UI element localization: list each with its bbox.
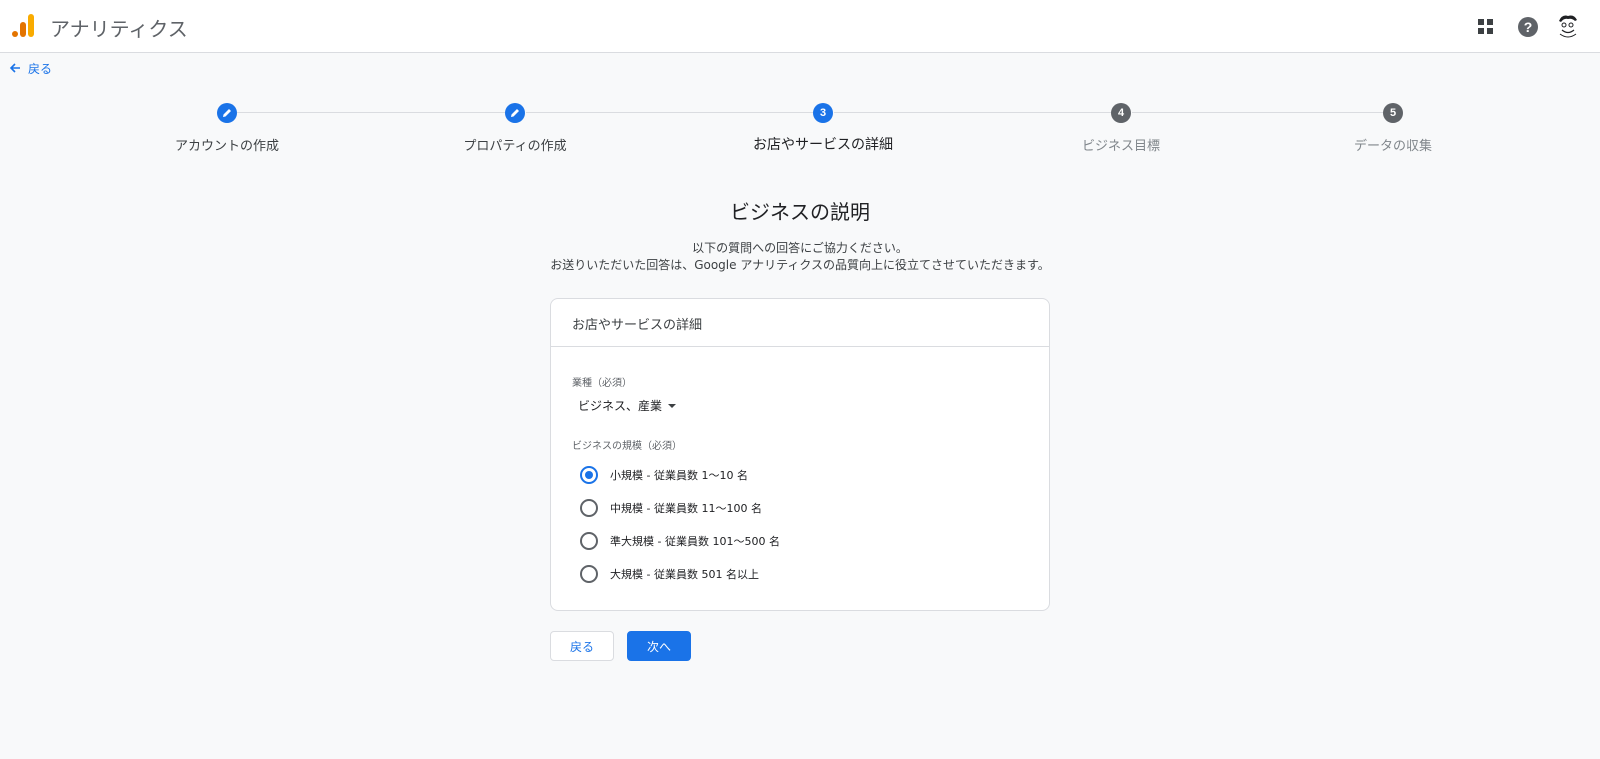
app-title[interactable]: アナリティクス — [50, 13, 188, 42]
industry-select-value: ビジネス、産業 — [578, 399, 663, 413]
radio-button[interactable] — [580, 565, 598, 583]
business-size-option-small[interactable]: 小規模 - 従業員数 1〜10 名 — [580, 466, 748, 484]
edit-icon — [511, 109, 519, 117]
next-button[interactable]: 次へ — [627, 631, 691, 661]
dropdown-caret-icon — [668, 404, 677, 408]
step-4-indicator: 4 — [1111, 103, 1131, 123]
apps-icon[interactable] — [1478, 19, 1494, 35]
radio-label: 中規模 - 従業員数 11〜100 名 — [610, 502, 762, 515]
page-subtitle-line-2: お送りいただいた回答は、Google アナリティクスの品質向上に役立てさせていた… — [550, 258, 1050, 272]
radio-button[interactable] — [580, 499, 598, 517]
radio-label: 大規模 - 従業員数 501 名以上 — [610, 568, 759, 581]
card-title: お店やサービスの詳細 — [572, 318, 703, 333]
back-link-label: 戻る — [28, 61, 53, 76]
arrow-back-icon — [9, 63, 20, 73]
step-3-label: お店やサービスの詳細 — [753, 137, 893, 153]
radio-label: 小規模 - 従業員数 1〜10 名 — [610, 469, 748, 482]
industry-select[interactable]: ビジネス、産業 — [578, 397, 677, 414]
step-5-indicator: 5 — [1383, 103, 1403, 123]
analytics-logo-icon[interactable] — [12, 14, 36, 39]
step-3-indicator: 3 — [813, 103, 833, 123]
business-size-field-label: ビジネスの規模（必須） — [572, 441, 682, 452]
step-1-indicator — [217, 103, 237, 123]
card-header: お店やサービスの詳細 — [551, 299, 1049, 347]
stepper-connector — [1132, 112, 1383, 113]
business-details-card: お店やサービスの詳細 業種（必須） ビジネス、産業 ビジネスの規模（必須） 小規… — [550, 298, 1050, 611]
edit-icon — [223, 109, 231, 117]
step-4-label: ビジネス目標 — [1081, 139, 1161, 154]
step-5-label: データの収集 — [1353, 139, 1433, 154]
step-1-label: アカウントの作成 — [174, 139, 280, 154]
business-size-option-medium[interactable]: 中規模 - 従業員数 11〜100 名 — [580, 499, 762, 517]
page-subtitle-line-1: 以下の質問への回答にご協力ください。 — [692, 241, 908, 255]
avatar[interactable] — [1554, 12, 1582, 40]
radio-label: 準大規模 - 従業員数 101〜500 名 — [610, 535, 780, 548]
step-2-indicator — [505, 103, 525, 123]
help-icon[interactable]: ? — [1518, 17, 1538, 37]
business-size-option-enterprise[interactable]: 大規模 - 従業員数 501 名以上 — [580, 565, 759, 583]
top-app-bar: アナリティクス ? — [0, 0, 1600, 53]
stepper-connector — [526, 112, 813, 113]
business-size-option-large[interactable]: 準大規模 - 従業員数 101〜500 名 — [580, 532, 780, 550]
stepper-connector — [834, 112, 1111, 113]
radio-button-checked[interactable] — [580, 466, 598, 484]
industry-field-label: 業種（必須） — [572, 378, 632, 389]
step-2-label: プロパティの作成 — [463, 139, 567, 154]
back-link[interactable]: 戻る — [8, 60, 52, 76]
stepper-connector — [237, 112, 505, 113]
page-title: ビジネスの説明 — [730, 200, 870, 224]
back-button[interactable]: 戻る — [550, 631, 614, 661]
radio-button[interactable] — [580, 532, 598, 550]
